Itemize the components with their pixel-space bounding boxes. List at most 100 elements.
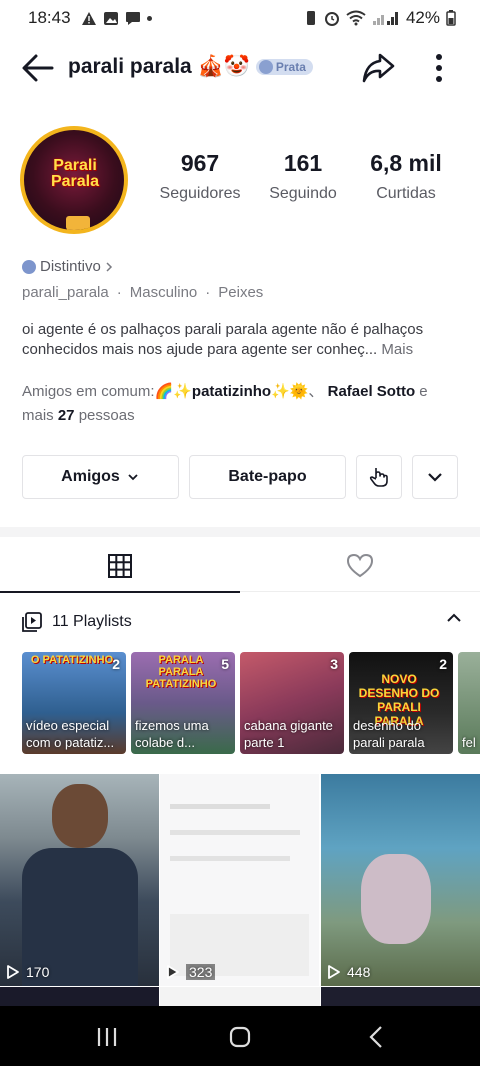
profile-title: parali parala 🎪🤡 Prata <box>68 55 313 79</box>
thumb-line <box>170 856 290 861</box>
badge-icon <box>258 60 273 74</box>
thumb-line <box>170 830 300 835</box>
chevron-down-icon <box>428 473 442 482</box>
more-options-button[interactable] <box>424 50 454 86</box>
view-count: 448 <box>327 964 370 980</box>
following-count: 161 <box>283 150 323 176</box>
alarm-icon <box>324 12 339 26</box>
video-thumbnail-partial[interactable] <box>321 987 480 1006</box>
play-icon <box>7 965 19 979</box>
mutual-friends-count: 27 <box>57 407 75 424</box>
playlist-card[interactable]: PARALA PARALA PATATIZINHO 5 fizemos uma … <box>131 652 235 754</box>
avatar-logo-line1: Parali <box>53 157 97 174</box>
playlist-card[interactable]: NOVO DESENHO DO PARALI PARALA 2 desenho … <box>349 652 453 754</box>
home-icon <box>229 1026 251 1048</box>
recent-apps-icon <box>97 1028 117 1046</box>
home-button[interactable] <box>225 1022 255 1052</box>
stat-followers[interactable]: 967 Seguidores <box>159 150 241 203</box>
distintivo-link[interactable]: Distintivo <box>22 258 113 275</box>
playlists-header[interactable]: 11 Playlists <box>22 608 462 636</box>
playlists-count-label: 11 Playlists <box>52 613 132 630</box>
notification-icons <box>81 11 152 26</box>
tab-videos[interactable] <box>0 540 240 593</box>
mutual-friends-prefix: Amigos em comum: <box>22 383 155 400</box>
playlist-card[interactable]: 3 cabana gigante parte 1 <box>240 652 344 754</box>
view-count-value: 323 <box>186 964 216 980</box>
playlist-title: fizemos uma colabe d... <box>135 718 209 750</box>
thumb-line <box>170 804 270 809</box>
playlist-count: 2 <box>112 656 120 672</box>
play-icon <box>328 965 340 979</box>
likes-label: Curtidas <box>376 185 436 202</box>
back-button[interactable] <box>20 50 56 86</box>
system-back-button[interactable] <box>362 1022 392 1052</box>
playlist-count: 2 <box>439 656 447 672</box>
playlist-card[interactable]: O PATATIZINHO 2 vídeo especial com o pat… <box>22 652 126 754</box>
chat-button[interactable]: Bate-papo <box>189 455 346 499</box>
video-elephant-shape <box>361 854 431 944</box>
content-tabs <box>0 540 480 593</box>
video-person-shape <box>52 784 108 848</box>
playlist-title: vídeo especial com o patatiz... <box>26 718 115 750</box>
stat-likes[interactable]: 6,8 mil Curtidas <box>366 150 446 203</box>
share-profile-button[interactable] <box>360 50 396 86</box>
meta-separator: · <box>205 284 211 301</box>
video-thumbnail-partial[interactable] <box>0 987 159 1006</box>
bio-text: oi agente é os palhaços parali parala ag… <box>22 321 424 358</box>
share-arrow-icon <box>362 53 395 83</box>
recent-apps-button[interactable] <box>92 1022 122 1052</box>
video-thumbnail[interactable]: 323 <box>160 774 319 986</box>
view-count: 170 <box>6 964 49 980</box>
following-label: Seguindo <box>269 185 337 202</box>
status-time: 18:43 <box>28 8 71 27</box>
playlist-title: fel <box>462 735 476 750</box>
stat-following[interactable]: 161 Seguindo <box>263 150 343 203</box>
profile-avatar[interactable]: Parali Parala <box>20 126 128 234</box>
mutual-friends[interactable]: Amigos em comum:🌈✨patatizinho✨🌞、 Rafael … <box>22 380 462 428</box>
mutual-friend-sep: 、 <box>308 383 324 400</box>
chevron-left-icon <box>369 1026 382 1048</box>
chat-button-label: Bate-papo <box>228 468 307 485</box>
avatar-logo-line2: Parala <box>50 173 100 190</box>
vibrate-icon <box>306 11 315 25</box>
mutual-friend-1: 🌈✨patatizinho✨🌞 <box>154 383 309 400</box>
mutual-friends-suffix: pessoas <box>74 407 135 424</box>
video-thumbnail[interactable]: 170 <box>0 774 159 986</box>
playlist-count: 3 <box>330 656 338 672</box>
chevron-right-icon <box>106 261 112 272</box>
battery-level: 42% <box>405 8 440 27</box>
playlist-title: desenho do parali parala <box>353 718 425 750</box>
video-thumbnail-partial[interactable] <box>160 987 320 1006</box>
playlist-count: 5 <box>221 656 229 672</box>
warning-icon <box>81 11 96 25</box>
play-icon <box>167 965 179 979</box>
profile-meta: parali_parala · Masculino · Peixes <box>22 284 263 301</box>
meta-separator: · <box>116 284 122 301</box>
chat-icon <box>125 11 140 25</box>
profile-name: parali parala 🎪🤡 <box>68 55 250 78</box>
expand-suggestions-button[interactable] <box>412 455 458 499</box>
followers-label: Seguidores <box>159 185 241 202</box>
heart-icon <box>346 553 374 578</box>
chevron-up-icon[interactable] <box>446 612 462 624</box>
video-thumbnail[interactable]: 448 <box>321 774 480 986</box>
badge-prata[interactable]: Prata <box>255 59 313 75</box>
followers-count: 967 <box>180 150 220 176</box>
view-count-value: 448 <box>347 964 371 980</box>
poke-button[interactable] <box>356 455 402 499</box>
friends-button[interactable]: Amigos <box>22 455 179 499</box>
distintivo-label: Distintivo <box>40 258 101 275</box>
profile-header: parali parala 🎪🤡 Prata <box>0 40 480 96</box>
mutual-friend-2: Rafael Sotto <box>327 383 416 400</box>
play-badge-icon <box>66 216 90 230</box>
hand-tap-icon <box>369 468 388 487</box>
more-vertical-icon <box>436 54 442 82</box>
view-count-value: 170 <box>26 964 50 980</box>
arrow-left-icon <box>22 54 54 82</box>
tab-liked[interactable] <box>240 540 480 592</box>
likes-count: 6,8 mil <box>370 150 442 176</box>
wifi-icon <box>346 10 366 26</box>
playlist-card[interactable]: fel <box>458 652 480 754</box>
distintivo-icon <box>22 259 36 274</box>
bio-more-link[interactable]: Mais <box>381 341 413 358</box>
